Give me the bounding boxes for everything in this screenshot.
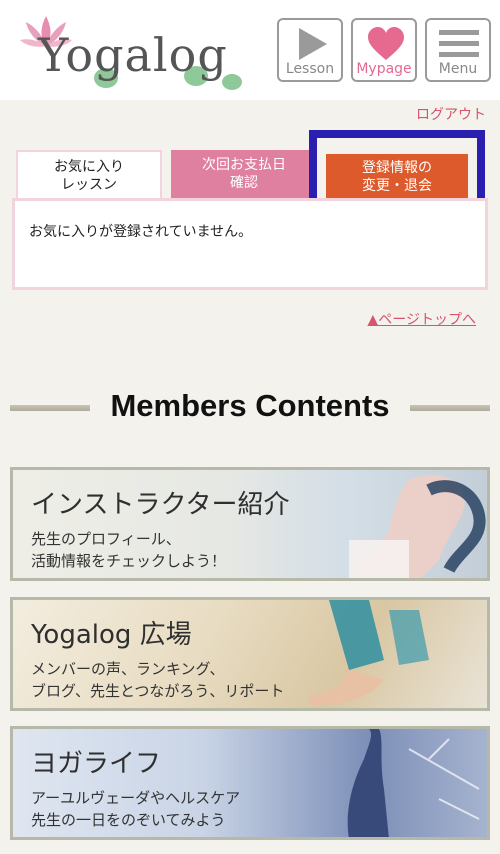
banner-instructors[interactable]: インストラクター紹介 先生のプロフィール、 活動情報をチェックしよう！ bbox=[10, 467, 490, 581]
mypage-label: Mypage bbox=[356, 61, 412, 77]
banner-square-line1: メンバーの声、ランキング、 bbox=[31, 660, 225, 678]
heart-icon bbox=[368, 27, 404, 60]
lesson-button[interactable]: Lesson bbox=[277, 18, 343, 82]
banner-square-line2: ブログ、先生とつながろう、リポート bbox=[31, 682, 285, 700]
menu-button[interactable]: Menu bbox=[425, 18, 491, 82]
banner-yoga-life-line1: アーユルヴェーダやヘルスケア bbox=[31, 789, 241, 807]
lesson-label: Lesson bbox=[285, 61, 335, 77]
tab-registration-settings[interactable]: 登録情報の 変更・退会 bbox=[326, 154, 468, 200]
tab-payment-line2: 確認 bbox=[230, 175, 258, 191]
mypage-button[interactable]: Mypage bbox=[351, 18, 417, 82]
banner-instructors-line2: 活動情報をチェックしよう！ bbox=[31, 552, 227, 570]
tab-registration-line1: 登録情報の bbox=[362, 160, 432, 176]
header: Yogalog Lesson Mypage Menu bbox=[0, 0, 500, 100]
tab-registration-line2: 変更・退会 bbox=[362, 178, 432, 194]
hamburger-icon bbox=[439, 30, 479, 57]
yogalog-logo[interactable]: Yogalog bbox=[16, 10, 242, 92]
banner-instructors-title: インストラクター紹介 bbox=[31, 490, 290, 520]
yoga-legs-photo bbox=[309, 600, 429, 705]
logo-text: Yogalog bbox=[38, 28, 228, 82]
tab-favorites-line1: お気に入り bbox=[54, 159, 124, 175]
yoga-silhouette-photo bbox=[347, 729, 480, 837]
yoga-woman-photo bbox=[349, 475, 486, 578]
menu-label: Menu bbox=[438, 61, 478, 77]
banner-yoga-life[interactable]: ヨガライフ アーユルヴェーダやヘルスケア 先生の一日をのぞいてみよう bbox=[10, 726, 490, 840]
banner-yogalog-square[interactable]: Yogalog 広場 メンバーの声、ランキング、 ブログ、先生とつながろう、リポ… bbox=[10, 597, 490, 711]
banner-instructors-line1: 先生のプロフィール、 bbox=[31, 530, 181, 548]
members-contents-heading: Members Contents bbox=[110, 388, 390, 423]
tab-favorites-line2: レッスン bbox=[61, 177, 117, 193]
tab-next-payment[interactable]: 次回お支払日 確認 bbox=[171, 150, 317, 198]
tab-favorite-lessons[interactable]: お気に入り レッスン bbox=[16, 150, 162, 200]
banner-yoga-life-line2: 先生の一日をのぞいてみよう bbox=[31, 811, 226, 829]
play-icon bbox=[299, 28, 327, 60]
tab-payment-line1: 次回お支払日 bbox=[202, 157, 286, 173]
page-top-link[interactable]: ▲ページトップへ bbox=[368, 309, 477, 329]
logout-link[interactable]: ログアウト bbox=[416, 104, 486, 124]
favorites-panel: お気に入りが登録されていません。 bbox=[12, 198, 488, 290]
banner-yoga-life-title: ヨガライフ bbox=[31, 749, 162, 779]
favorites-empty-message: お気に入りが登録されていません。 bbox=[29, 224, 253, 240]
banner-square-title: Yogalog 広場 bbox=[31, 620, 192, 650]
